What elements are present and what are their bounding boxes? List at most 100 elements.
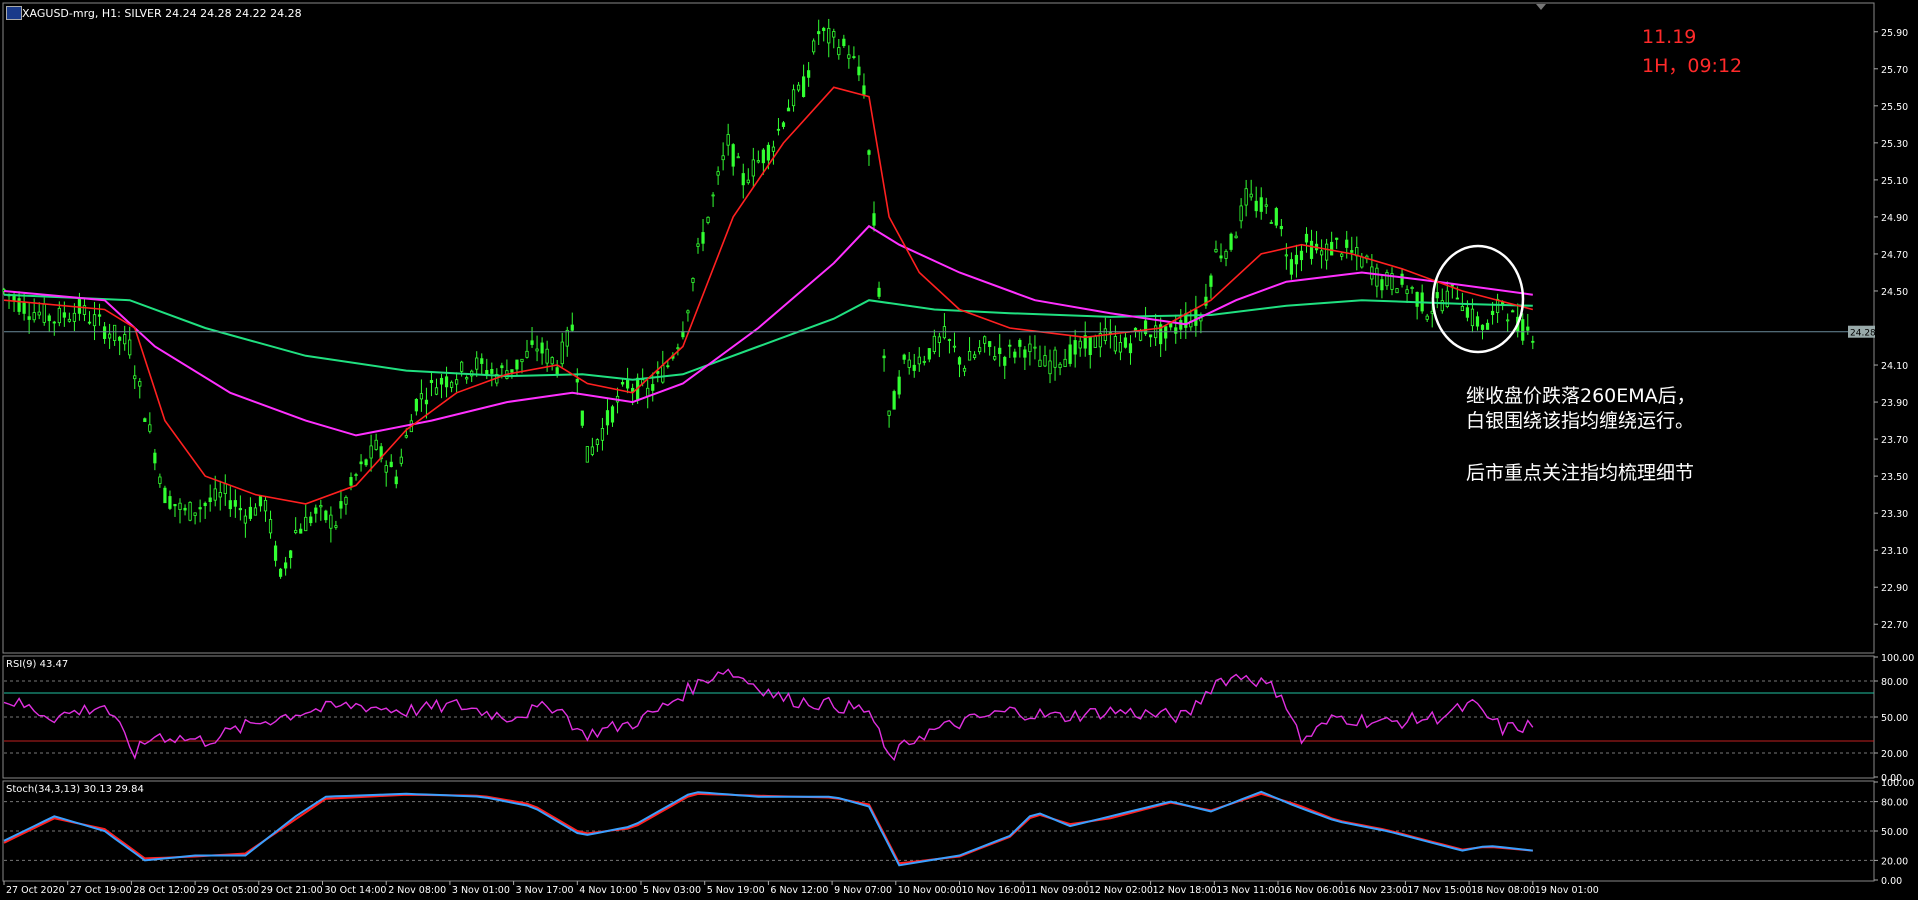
price-tick-label: 22.70 xyxy=(1881,620,1908,631)
price-candle-body xyxy=(1340,253,1344,257)
price-candle-body xyxy=(716,171,720,176)
price-candle-body xyxy=(22,301,26,314)
price-candle-body xyxy=(243,515,247,524)
price-tick-label: 23.50 xyxy=(1881,472,1908,483)
price-candle-body xyxy=(133,375,137,380)
price-candle-body xyxy=(223,483,227,495)
price-candle-body xyxy=(701,232,705,244)
annotation-date: 11.19 xyxy=(1642,26,1697,48)
price-candle-body xyxy=(822,27,826,31)
price-candle-body xyxy=(268,519,273,534)
price-candle-body xyxy=(1068,344,1072,364)
price-candle-body xyxy=(404,435,408,438)
stoch-tick-label: 20.00 xyxy=(1881,856,1908,867)
price-candle-body xyxy=(198,507,202,510)
time-tick-label: 2 Nov 08:00 xyxy=(388,885,446,896)
price-candle-body xyxy=(1375,267,1379,287)
price-candle-body xyxy=(314,507,318,514)
price-candle-body xyxy=(1405,289,1409,294)
price-candle-body xyxy=(1149,334,1153,338)
price-candle-body xyxy=(1013,351,1017,358)
price-candle-body xyxy=(771,146,776,152)
price-candle-body xyxy=(1088,336,1092,356)
price-candle-body xyxy=(590,446,594,455)
time-tick-label: 28 Oct 12:00 xyxy=(133,885,195,896)
price-candle-body xyxy=(384,465,388,473)
price-candle-body xyxy=(369,445,373,459)
price-candle-body xyxy=(1330,241,1334,256)
price-candle-body xyxy=(1209,275,1213,287)
time-tick-label: 12 Nov 02:00 xyxy=(1089,885,1153,896)
price-candle-body xyxy=(741,173,745,186)
price-candle-body xyxy=(595,439,600,445)
price-candle-body xyxy=(475,357,479,370)
price-candle-body xyxy=(817,31,821,35)
price-tick-label: 23.90 xyxy=(1881,398,1908,409)
price-candle-body xyxy=(62,312,66,318)
price-candle-body xyxy=(620,381,625,385)
price-candle-body xyxy=(148,424,152,432)
price-candle-body xyxy=(560,341,564,365)
price-candle-body xyxy=(952,345,957,348)
price-candle-body xyxy=(374,439,378,450)
price-candle-body xyxy=(1043,355,1047,367)
price-candle-body xyxy=(349,477,353,486)
price-candle-body xyxy=(1325,243,1329,261)
price-candle-body xyxy=(575,378,579,383)
time-tick-label: 10 Nov 16:00 xyxy=(962,885,1026,896)
trading-chart[interactable]: 25.90 25.70 25.50 25.30 25.10 24.90 24.70 24.50… xyxy=(0,0,1918,900)
time-tick-label: 29 Oct 05:00 xyxy=(197,885,259,896)
price-candle-body xyxy=(545,348,549,364)
price-candle-body xyxy=(912,364,916,371)
time-tick-label: 9 Nov 07:00 xyxy=(834,885,892,896)
annotation-note-line2: 白银围绕该指均缠绕运行。 xyxy=(1466,410,1695,432)
price-candle-body xyxy=(927,348,931,360)
price-candle-body xyxy=(263,499,268,512)
price-tick-label: 25.90 xyxy=(1881,28,1908,39)
price-candle-body xyxy=(802,76,806,97)
price-candle-body xyxy=(399,456,403,464)
price-candle-body xyxy=(691,277,695,283)
price-candle-body xyxy=(1526,326,1530,331)
price-candle-body xyxy=(309,516,313,524)
price-candle-body xyxy=(1294,254,1299,265)
price-tick-label: 25.50 xyxy=(1881,102,1908,113)
price-candle-body xyxy=(1279,225,1283,230)
price-candle-body xyxy=(535,348,539,352)
price-candle-body xyxy=(153,452,157,464)
price-candle-body xyxy=(97,314,102,317)
price-candle-body xyxy=(158,476,162,484)
price-candle-body xyxy=(294,530,298,534)
price-candle-body xyxy=(273,545,278,561)
price-candle-body xyxy=(123,334,127,345)
price-candle-body xyxy=(359,461,363,465)
price-candle-body xyxy=(1073,340,1077,355)
price-candle-body xyxy=(1038,359,1042,367)
price-candle-body xyxy=(998,347,1002,355)
price-candle-body xyxy=(102,326,107,339)
price-candle-body xyxy=(1470,308,1475,327)
price-candle-body xyxy=(1485,322,1490,330)
time-tick-label: 16 Nov 06:00 xyxy=(1280,885,1344,896)
price-candle-body xyxy=(847,54,851,59)
price-candle-body xyxy=(1229,233,1233,250)
price-candle-body xyxy=(1475,316,1480,327)
price-candle-body xyxy=(233,500,237,507)
price-candle-body xyxy=(394,476,398,485)
price-candle-body xyxy=(208,497,212,502)
price-candle-body xyxy=(681,331,685,338)
price-candle-body xyxy=(887,410,891,416)
price-candle-body xyxy=(258,495,263,507)
price-candle-body xyxy=(978,347,982,353)
price-candle-body xyxy=(877,287,881,297)
price-candle-body xyxy=(525,350,529,358)
price-candle-body xyxy=(661,365,665,383)
price-candle-body xyxy=(962,367,967,372)
price-tick-label: 23.30 xyxy=(1881,509,1908,520)
price-candle-body xyxy=(696,243,700,247)
price-candle-body xyxy=(585,446,589,463)
price-candle-body xyxy=(1410,287,1414,290)
price-candle-body xyxy=(686,310,690,314)
price-candle-body xyxy=(751,159,755,177)
price-candle-body xyxy=(444,376,449,388)
